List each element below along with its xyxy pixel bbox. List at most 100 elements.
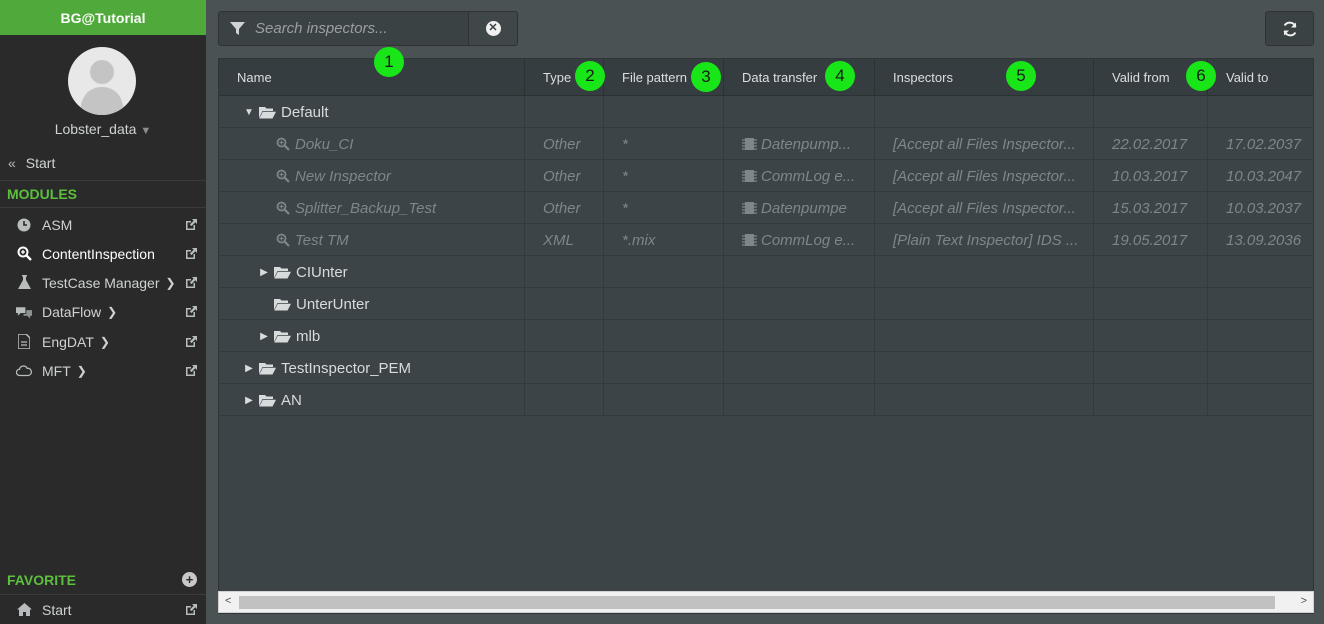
folder-icon	[259, 362, 276, 375]
column-header-inspectors[interactable]: Inspectors	[875, 59, 1094, 96]
folder-row[interactable]: ▶ CIUnter	[219, 256, 1313, 288]
scroll-left-icon[interactable]: <	[225, 595, 231, 607]
transfer-cell	[724, 320, 875, 352]
inspector-node[interactable]: Splitter_Backup_Test	[276, 200, 436, 217]
folder-name: CIUnter	[296, 263, 348, 281]
from-cell	[1094, 352, 1208, 384]
sidebar-item-testcase-manager[interactable]: TestCase Manager ❯	[0, 268, 206, 297]
external-link-icon[interactable]	[185, 603, 198, 616]
chevron-right-icon: ❯	[99, 334, 110, 349]
folder-row[interactable]: UnterUnter	[219, 288, 1313, 320]
inspector-row[interactable]: Splitter_Backup_Test Other * Datenpumpe [Acc…	[219, 192, 1313, 224]
sidebar-item-mft[interactable]: MFT ❯	[0, 356, 206, 385]
inspector-grid: Name Type File pattern Data transfer Inspect…	[218, 58, 1314, 614]
pattern-cell: *.mix	[604, 224, 724, 256]
folder-node[interactable]: ▶ mlb	[258, 328, 320, 345]
pattern-cell	[604, 352, 724, 384]
folder-name: AN	[281, 391, 302, 409]
search-field[interactable]	[218, 11, 469, 46]
inspector-icon	[276, 233, 290, 247]
inspector-row[interactable]: New Inspector Other * CommLog e... [Accept a…	[219, 160, 1313, 192]
external-link-icon[interactable]	[185, 335, 198, 348]
to-cell	[1208, 288, 1313, 320]
inspector-name: Doku_CI	[295, 135, 354, 153]
pattern-cell	[604, 256, 724, 288]
sidebar-item-asm[interactable]: ASM	[0, 210, 206, 239]
inspector-node[interactable]: Test TM	[276, 232, 349, 249]
external-link-icon[interactable]	[185, 247, 198, 260]
refresh-button[interactable]	[1265, 11, 1314, 46]
avatar[interactable]	[68, 47, 136, 115]
inspector-row[interactable]: Doku_CI Other * Datenpump... [Accept all Fil…	[219, 128, 1313, 160]
sidebar-item-label: TestCase Manager	[42, 274, 160, 291]
user-menu[interactable]: Lobster_data ▼	[0, 121, 206, 137]
add-favorite-icon[interactable]: +	[182, 572, 197, 587]
folder-row[interactable]: ▶ AN	[219, 384, 1313, 416]
scroll-right-icon[interactable]: >	[1301, 595, 1307, 607]
dataflow-icon	[16, 305, 32, 319]
inspector-node[interactable]: New Inspector	[276, 168, 391, 185]
folder-node[interactable]: UnterUnter	[258, 296, 369, 313]
sidebar-item-contentinspection[interactable]: ContentInspection	[0, 239, 206, 268]
inspector-row[interactable]: Test TM XML *.mix CommLog e... [Plain Text I…	[219, 224, 1313, 256]
scroll-thumb[interactable]	[239, 596, 1275, 609]
to-cell	[1208, 256, 1313, 288]
column-header-valid-to[interactable]: Valid to	[1208, 59, 1313, 96]
inspectors-cell: [Accept all Files Inspector...	[875, 160, 1094, 192]
sidebar-item-engdat[interactable]: EngDAT ❯	[0, 327, 206, 356]
type-cell	[525, 352, 604, 384]
inspectors-cell	[875, 288, 1094, 320]
start-link[interactable]: « Start	[8, 155, 55, 171]
close-icon: ✕	[485, 21, 501, 36]
external-link-icon[interactable]	[185, 305, 198, 318]
folder-row[interactable]: ▼ Default	[219, 96, 1313, 128]
folder-row[interactable]: ▶ TestInspector_PEM	[219, 352, 1313, 384]
clear-search-button[interactable]: ✕	[469, 11, 518, 46]
collapse-arrow-icon[interactable]: ▼	[243, 107, 255, 118]
expand-arrow-icon[interactable]: ▶	[243, 363, 255, 374]
inspector-node[interactable]: Doku_CI	[276, 136, 353, 153]
to-cell: 10.03.2037	[1208, 192, 1313, 224]
column-header-name[interactable]: Name	[219, 59, 525, 96]
callout-badge: 2	[575, 61, 605, 91]
folder-row[interactable]: ▶ mlb	[219, 320, 1313, 352]
folder-node[interactable]: ▼ Default	[243, 104, 328, 121]
divider	[0, 207, 206, 208]
user-name: Lobster_data	[54, 121, 137, 137]
start-label: Start	[25, 155, 56, 171]
inspectors-cell: [Accept all Files Inspector...	[875, 192, 1094, 224]
external-link-icon[interactable]	[185, 276, 198, 289]
inspectors-cell: [Accept all Files Inspector...	[875, 128, 1094, 160]
transfer-cell: Datenpumpe	[724, 192, 875, 224]
sidebar-item-dataflow[interactable]: DataFlow ❯	[0, 297, 206, 326]
folder-node[interactable]: ▶ AN	[243, 392, 302, 409]
horizontal-scrollbar[interactable]: < >	[218, 591, 1314, 613]
to-cell: 10.03.2047	[1208, 160, 1313, 192]
clock-icon	[16, 218, 32, 232]
to-cell: 13.09.2036	[1208, 224, 1313, 256]
name-cell: ▶ CIUnter	[219, 256, 525, 288]
from-cell	[1094, 256, 1208, 288]
from-cell: 15.03.2017	[1094, 192, 1208, 224]
pattern-cell	[604, 288, 724, 320]
transfer-text: Datenpump...	[761, 135, 852, 153]
inspectors-cell: [Plain Text Inspector] IDS ...	[875, 224, 1094, 256]
external-link-icon[interactable]	[185, 364, 198, 377]
external-link-icon[interactable]	[185, 218, 198, 231]
favorite-item-start[interactable]: Start	[0, 595, 206, 624]
folder-icon	[274, 298, 291, 311]
favorite-item-label: Start	[42, 601, 72, 618]
folder-node[interactable]: ▶ CIUnter	[258, 264, 348, 281]
expand-arrow-icon[interactable]: ▶	[243, 395, 255, 406]
inspectors-cell	[875, 96, 1094, 128]
divider	[0, 180, 206, 181]
expand-arrow-icon[interactable]: ▶	[258, 331, 270, 342]
folder-node[interactable]: ▶ TestInspector_PEM	[243, 360, 411, 377]
search-input[interactable]	[255, 20, 465, 37]
name-cell: UnterUnter	[219, 288, 525, 320]
inspector-name: Test TM	[295, 231, 349, 249]
pattern-cell: *	[604, 160, 724, 192]
sidebar-item-label: ASM	[42, 216, 73, 233]
expand-arrow-icon[interactable]: ▶	[258, 267, 270, 278]
inspector-icon	[276, 201, 290, 215]
